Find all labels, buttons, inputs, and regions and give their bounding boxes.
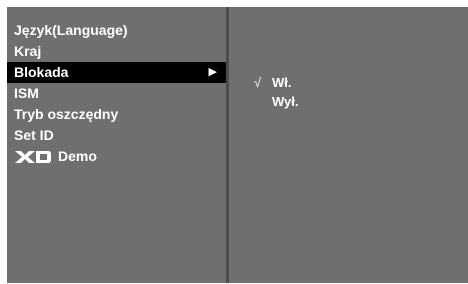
menu-item-demo[interactable]: Demo <box>7 146 226 167</box>
menu-item-label: Demo <box>58 148 97 164</box>
menu-item-label: Set ID <box>14 127 54 143</box>
menu-item-label: Język(Language) <box>14 22 128 38</box>
option-label: Wył. <box>272 94 299 109</box>
lock-options: √ Wł. Wył. <box>254 73 299 111</box>
menu-item-power-saving[interactable]: Tryb oszczędny <box>7 104 226 125</box>
tv-menu-screen: Język(Language) Kraj Blokada ▶ ISM Tryb … <box>7 7 468 283</box>
option-on[interactable]: √ Wł. <box>254 73 299 92</box>
menu-item-label: Blokada <box>14 64 69 80</box>
menu-item-label: Tryb oszczędny <box>14 106 119 122</box>
main-menu-panel: Język(Language) Kraj Blokada ▶ ISM Tryb … <box>7 7 229 283</box>
menu-item-set-id[interactable]: Set ID <box>7 125 226 146</box>
right-arrow-icon: ▶ <box>208 66 217 78</box>
option-off[interactable]: Wył. <box>254 92 299 111</box>
submenu-panel: √ Wł. Wył. <box>229 7 468 283</box>
menu-item-ism[interactable]: ISM <box>7 83 226 104</box>
menu-item-lock[interactable]: Blokada ▶ <box>7 62 226 83</box>
option-label: Wł. <box>272 75 292 90</box>
menu-item-label: Kraj <box>14 43 42 59</box>
check-icon: √ <box>254 75 262 90</box>
menu-item-language[interactable]: Język(Language) <box>7 20 226 41</box>
xd-logo-icon <box>15 151 51 164</box>
menu-item-country[interactable]: Kraj <box>7 41 226 62</box>
menu-item-label: ISM <box>14 85 39 101</box>
main-menu: Język(Language) Kraj Blokada ▶ ISM Tryb … <box>7 20 226 167</box>
